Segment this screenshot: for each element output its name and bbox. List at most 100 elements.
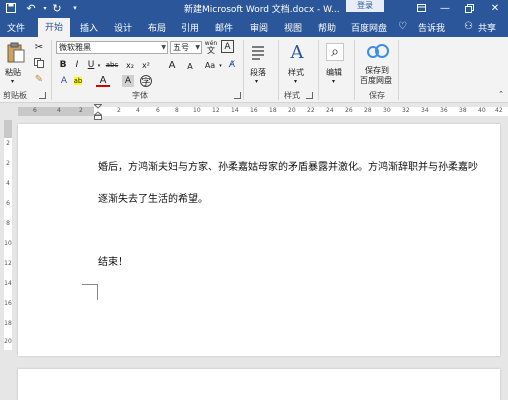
styles-label[interactable]: 样式	[288, 67, 304, 78]
paragraph-text[interactable]: 婚后，方鸿渐夫妇与方家、孙柔嘉姑母家的矛盾暴露并激化。方鸿渐辞职并与孙柔嘉吵	[98, 158, 478, 173]
tab-baidu-netdisk[interactable]: 百度网盘	[351, 21, 387, 34]
clipboard-group-label: 剪贴板	[3, 91, 27, 100]
italic-button[interactable]: I	[72, 59, 82, 71]
format-painter-icon[interactable]: ✎	[33, 73, 45, 85]
top-margin-shade	[4, 120, 12, 138]
highlight-color-icon[interactable]: ab	[72, 75, 84, 87]
close-icon[interactable]: ✕	[484, 0, 506, 16]
ruler-number: 6	[156, 107, 160, 114]
ruler-number: 18	[269, 107, 277, 114]
styles-launcher-icon[interactable]	[306, 92, 313, 99]
minimize-icon[interactable]: —	[434, 0, 456, 16]
restore-icon[interactable]	[458, 0, 480, 16]
subscript-button[interactable]: x₂	[124, 59, 136, 71]
group-divider	[318, 40, 319, 100]
character-shading-icon[interactable]: A	[122, 75, 134, 87]
horizontal-ruler[interactable]: 6 4 2 2 4 6 8 10 12 14 16 18 20 22 24 26…	[18, 107, 508, 116]
paste-icon[interactable]	[6, 41, 26, 65]
ribbon: 粘贴 ▾ ✂ ✎ 剪贴板 微软雅黑 ▼ 五号 ▼ wén 文 A B I U ▾ ab…	[0, 37, 508, 103]
redo-icon[interactable]: ↻	[50, 1, 64, 15]
paste-label[interactable]: 粘贴	[5, 67, 21, 78]
paragraph-label[interactable]: 段落	[250, 67, 266, 78]
tab-references[interactable]: 引用	[181, 21, 199, 34]
font-size-combo[interactable]: 五号 ▼	[170, 41, 202, 54]
styles-icon[interactable]: A	[286, 41, 308, 63]
font-name-combo[interactable]: 微软雅黑 ▼	[56, 41, 168, 54]
tab-mailings[interactable]: 邮件	[215, 21, 233, 34]
collapse-ribbon-icon[interactable]: ⌃	[496, 89, 506, 99]
search-icon[interactable]: ⌕	[326, 43, 344, 61]
paste-dropdown-icon[interactable]: ▾	[11, 78, 14, 85]
save-group-label: 保存	[369, 91, 385, 100]
ruler-number: 6	[6, 200, 10, 207]
login-button[interactable]: 登录	[346, 0, 384, 12]
ruler-number: 20	[4, 338, 12, 345]
ruler-number: 18	[4, 320, 12, 327]
document-page[interactable]: 婚后，方鸿渐夫妇与方家、孙柔嘉姑母家的矛盾暴露并激化。方鸿渐辞职并与孙柔嘉吵 逐…	[18, 124, 500, 356]
font-color-button[interactable]: A	[96, 75, 110, 87]
shrink-font-button[interactable]: A	[184, 60, 196, 72]
tab-home[interactable]: 开始	[38, 18, 71, 37]
clear-formatting-icon[interactable]: A̸	[226, 59, 238, 71]
ruler-number: 38	[459, 107, 467, 114]
ruler-number: 4	[57, 107, 61, 114]
superscript-button[interactable]: x²	[140, 59, 152, 71]
font-size-value: 五号	[173, 43, 189, 52]
tab-help[interactable]: 帮助	[318, 21, 336, 34]
undo-icon[interactable]: ↶	[24, 1, 38, 15]
tab-file[interactable]: 文件	[7, 21, 25, 34]
underline-button[interactable]: U	[86, 59, 96, 71]
character-border-icon[interactable]: A	[221, 40, 234, 53]
ruler-number: 30	[383, 107, 391, 114]
save-icon[interactable]	[4, 1, 18, 15]
ruler-number: 4	[6, 180, 10, 187]
change-case-button[interactable]: Aa	[203, 59, 217, 71]
ruler-number: 34	[421, 107, 429, 114]
tab-insert[interactable]: 插入	[80, 21, 98, 34]
ruler-number: 40	[478, 107, 486, 114]
clipboard-launcher-icon[interactable]	[39, 92, 46, 99]
enclose-characters-icon[interactable]: 字	[140, 75, 152, 88]
tab-review[interactable]: 审阅	[250, 21, 268, 34]
change-case-dropdown-icon[interactable]: ▾	[218, 60, 223, 72]
font-launcher-icon[interactable]	[234, 92, 241, 99]
bold-button[interactable]: B	[58, 59, 68, 71]
save-to-label-line2[interactable]: 百度网盘	[360, 75, 392, 86]
tab-design[interactable]: 设计	[114, 21, 132, 34]
editing-dropdown-icon[interactable]: ▾	[332, 78, 335, 85]
document-title: 新建Microsoft Word 文档.docx - W...	[184, 5, 340, 15]
indent-marker-icon[interactable]	[93, 104, 103, 120]
paragraph-icon[interactable]	[249, 43, 267, 61]
underline-dropdown-icon[interactable]: ▾	[96, 60, 102, 72]
font-group-label: 字体	[132, 91, 148, 100]
group-divider	[278, 40, 279, 100]
paragraph-text[interactable]: 结束！	[98, 253, 128, 268]
styles-dropdown-icon[interactable]: ▾	[294, 78, 297, 85]
tab-view[interactable]: 视图	[284, 21, 302, 34]
paragraph-text[interactable]: 逐渐失去了生活的希望。	[98, 190, 208, 205]
copy-icon[interactable]	[33, 57, 45, 69]
ruler-number: 4	[136, 107, 140, 114]
document-page-next[interactable]	[18, 369, 500, 400]
strikethrough-button[interactable]: abc	[104, 59, 120, 71]
vertical-ruler[interactable]: 2 2 4 6 8 10 12 14 16 18 20	[4, 120, 12, 350]
grow-font-button[interactable]: A	[166, 59, 178, 71]
tell-me-box[interactable]: 告诉我	[418, 21, 445, 34]
text-effects-icon[interactable]: A	[58, 75, 70, 87]
editing-label[interactable]: 编辑	[326, 67, 342, 78]
cut-icon[interactable]: ✂	[33, 41, 45, 53]
pinyin-guide-icon[interactable]: wén 文	[204, 39, 218, 55]
share-button[interactable]: 共享	[478, 21, 496, 34]
ruler-number: 10	[4, 240, 12, 247]
tab-layout[interactable]: 布局	[148, 21, 166, 34]
ribbon-display-options-icon[interactable]	[410, 0, 432, 16]
customize-toolbar-icon[interactable]: ▾	[68, 1, 82, 15]
font-size-dropdown-icon[interactable]: ▼	[195, 42, 200, 53]
ruler-number: 12	[212, 107, 220, 114]
ruler-number: 32	[402, 107, 410, 114]
baidu-cloud-icon[interactable]	[366, 42, 390, 60]
ruler-number: 2	[79, 107, 83, 114]
paragraph-dropdown-icon[interactable]: ▾	[255, 78, 258, 85]
font-name-dropdown-icon[interactable]: ▼	[161, 42, 166, 53]
ruler-number: 8	[6, 220, 10, 227]
